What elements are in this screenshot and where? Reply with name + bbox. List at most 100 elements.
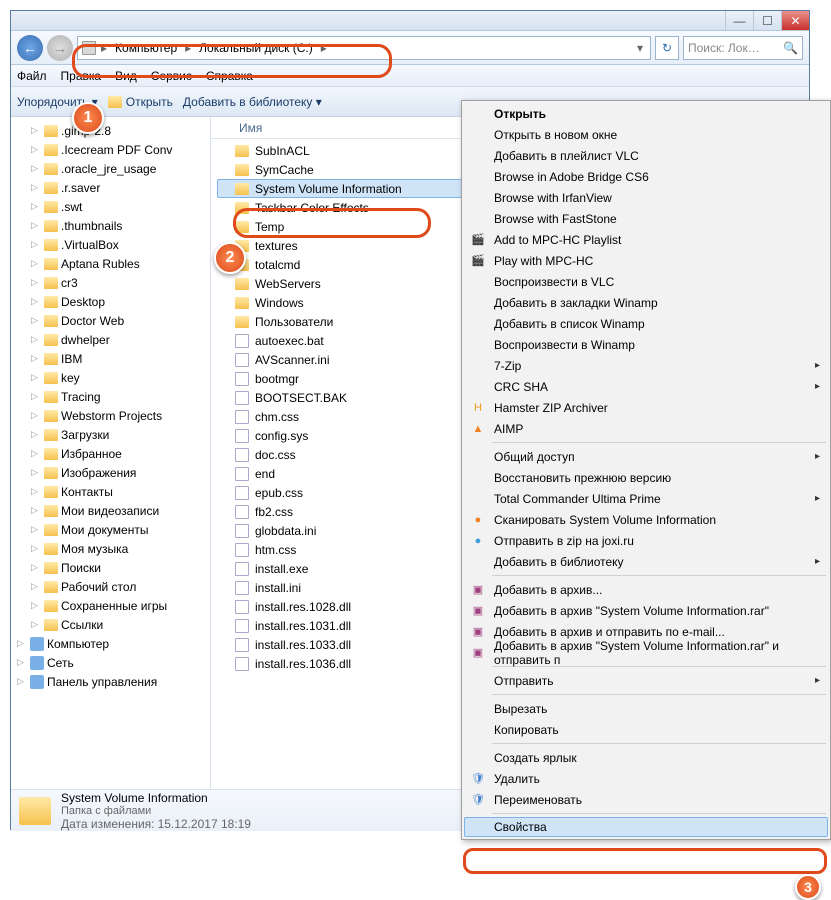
tree-item[interactable]: ▷Мои видеозаписи xyxy=(11,501,210,520)
menu-tools[interactable]: Сервис xyxy=(151,69,192,83)
back-button[interactable]: ← xyxy=(17,35,43,61)
tree-item[interactable]: ▷Изображения xyxy=(11,463,210,482)
tree-item[interactable]: ▷cr3 xyxy=(11,273,210,292)
context-menu-item[interactable]: HHamster ZIP Archiver xyxy=(464,397,828,418)
context-menu-item[interactable]: Открыть в новом окне xyxy=(464,124,828,145)
context-menu-item[interactable]: Добавить в список Winamp xyxy=(464,313,828,334)
expand-icon[interactable]: ▷ xyxy=(31,296,41,307)
context-menu-item[interactable]: Добавить в библиотеку xyxy=(464,551,828,572)
context-menu-item[interactable]: CRC SHA xyxy=(464,376,828,397)
breadcrumb-item[interactable]: Компьютер xyxy=(112,41,180,55)
open-button[interactable]: Открыть xyxy=(108,95,173,109)
tree-item[interactable]: ▷Моя музыка xyxy=(11,539,210,558)
expand-icon[interactable]: ▷ xyxy=(31,372,41,383)
tree-item[interactable]: ▷IBM xyxy=(11,349,210,368)
context-menu-item[interactable]: Отправить xyxy=(464,670,828,691)
context-menu-item[interactable]: ●Отправить в zip на joxi.ru xyxy=(464,530,828,551)
context-menu-item[interactable]: Воспроизвести в VLC xyxy=(464,271,828,292)
expand-icon[interactable]: ▷ xyxy=(31,467,41,478)
expand-icon[interactable]: ▷ xyxy=(31,353,41,364)
expand-icon[interactable]: ▷ xyxy=(31,220,41,231)
tree-item[interactable]: ▷Tracing xyxy=(11,387,210,406)
context-menu-item[interactable]: ▣Добавить в архив "System Volume Informa… xyxy=(464,642,828,663)
context-menu-item[interactable]: Browse with IrfanView xyxy=(464,187,828,208)
expand-icon[interactable]: ▷ xyxy=(31,524,41,535)
context-menu-item[interactable]: 🎬Play with MPC-HC xyxy=(464,250,828,271)
context-menu-item[interactable]: ●Сканировать System Volume Information xyxy=(464,509,828,530)
breadcrumb[interactable]: ▸ Компьютер ▸ Локальный диск (C:) ▸ ▾ xyxy=(77,36,651,60)
menu-help[interactable]: Справка xyxy=(206,69,253,83)
tree-item[interactable]: ▷Загрузки xyxy=(11,425,210,444)
context-menu-item[interactable]: Копировать xyxy=(464,719,828,740)
context-menu-item[interactable]: Вырезать xyxy=(464,698,828,719)
expand-icon[interactable]: ▷ xyxy=(31,486,41,497)
expand-icon[interactable]: ▷ xyxy=(31,125,41,136)
tree-item[interactable]: ▷Ссылки xyxy=(11,615,210,634)
expand-icon[interactable]: ▷ xyxy=(31,201,41,212)
tree-item[interactable]: ▷.VirtualBox xyxy=(11,235,210,254)
folder-tree[interactable]: ▷.gimp-2.8▷.Icecream PDF Conv▷.oracle_jr… xyxy=(11,117,211,789)
tree-item[interactable]: ▷.Icecream PDF Conv xyxy=(11,140,210,159)
tree-item[interactable]: ▷Избранное xyxy=(11,444,210,463)
context-menu-item[interactable]: 🎬Add to MPC-HC Playlist xyxy=(464,229,828,250)
expand-icon[interactable]: ▷ xyxy=(17,657,27,668)
tree-item[interactable]: ▷Компьютер xyxy=(11,634,210,653)
context-menu-item[interactable]: ▣Добавить в архив "System Volume Informa… xyxy=(464,600,828,621)
expand-icon[interactable]: ▷ xyxy=(31,239,41,250)
menu-edit[interactable]: Правка xyxy=(61,69,102,83)
expand-icon[interactable]: ▷ xyxy=(31,410,41,421)
expand-icon[interactable]: ▷ xyxy=(31,258,41,269)
expand-icon[interactable]: ▷ xyxy=(31,543,41,554)
tree-item[interactable]: ▷.gimp-2.8 xyxy=(11,121,210,140)
expand-icon[interactable]: ▷ xyxy=(31,429,41,440)
tree-item[interactable]: ▷.thumbnails xyxy=(11,216,210,235)
expand-icon[interactable]: ▷ xyxy=(31,448,41,459)
tree-item[interactable]: ▷Desktop xyxy=(11,292,210,311)
menu-file[interactable]: Файл xyxy=(17,69,47,83)
close-button[interactable]: ✕ xyxy=(781,11,809,30)
minimize-button[interactable]: — xyxy=(725,11,753,30)
context-menu-item[interactable]: ▣Добавить в архив... xyxy=(464,579,828,600)
context-menu-item[interactable]: 7-Zip xyxy=(464,355,828,376)
tree-item[interactable]: ▷Сохраненные игры xyxy=(11,596,210,615)
expand-icon[interactable]: ▷ xyxy=(31,163,41,174)
maximize-button[interactable]: ☐ xyxy=(753,11,781,30)
context-menu-item[interactable]: Открыть xyxy=(464,103,828,124)
context-menu-item[interactable]: ▲AIMP xyxy=(464,418,828,439)
expand-icon[interactable]: ▷ xyxy=(31,600,41,611)
expand-icon[interactable]: ▷ xyxy=(31,334,41,345)
expand-icon[interactable]: ▷ xyxy=(31,277,41,288)
context-menu-item[interactable]: 🛡Переименовать xyxy=(464,789,828,810)
chevron-down-icon[interactable]: ▾ xyxy=(634,41,646,55)
breadcrumb-item[interactable]: Локальный диск (C:) xyxy=(196,41,316,55)
expand-icon[interactable]: ▷ xyxy=(31,562,41,573)
context-menu-item[interactable]: Добавить в закладки Winamp xyxy=(464,292,828,313)
tree-item[interactable]: ▷Сеть xyxy=(11,653,210,672)
tree-item[interactable]: ▷.swt xyxy=(11,197,210,216)
tree-item[interactable]: ▷Doctor Web xyxy=(11,311,210,330)
tree-item[interactable]: ▷.r.saver xyxy=(11,178,210,197)
tree-item[interactable]: ▷key xyxy=(11,368,210,387)
context-menu-item[interactable]: 🛡Удалить xyxy=(464,768,828,789)
expand-icon[interactable]: ▷ xyxy=(31,182,41,193)
expand-icon[interactable]: ▷ xyxy=(31,505,41,516)
expand-icon[interactable]: ▷ xyxy=(31,144,41,155)
context-menu[interactable]: ОткрытьОткрыть в новом окнеДобавить в пл… xyxy=(461,100,831,840)
tree-item[interactable]: ▷Контакты xyxy=(11,482,210,501)
context-menu-item[interactable]: Total Commander Ultima Prime xyxy=(464,488,828,509)
expand-icon[interactable]: ▷ xyxy=(31,619,41,630)
menu-view[interactable]: Вид xyxy=(115,69,137,83)
context-menu-item[interactable]: Browse with FastStone xyxy=(464,208,828,229)
expand-icon[interactable]: ▷ xyxy=(31,581,41,592)
tree-item[interactable]: ▷Webstorm Projects xyxy=(11,406,210,425)
context-menu-item[interactable]: Создать ярлык xyxy=(464,747,828,768)
expand-icon[interactable]: ▷ xyxy=(31,391,41,402)
expand-icon[interactable]: ▷ xyxy=(31,315,41,326)
context-menu-item[interactable]: Добавить в плейлист VLC xyxy=(464,145,828,166)
search-input[interactable]: Поиск: Лок… 🔍 xyxy=(683,36,803,60)
context-menu-item[interactable]: Восстановить прежнюю версию xyxy=(464,467,828,488)
tree-item[interactable]: ▷Поиски xyxy=(11,558,210,577)
tree-item[interactable]: ▷Мои документы xyxy=(11,520,210,539)
tree-item[interactable]: ▷Панель управления xyxy=(11,672,210,691)
expand-icon[interactable]: ▷ xyxy=(17,638,27,649)
